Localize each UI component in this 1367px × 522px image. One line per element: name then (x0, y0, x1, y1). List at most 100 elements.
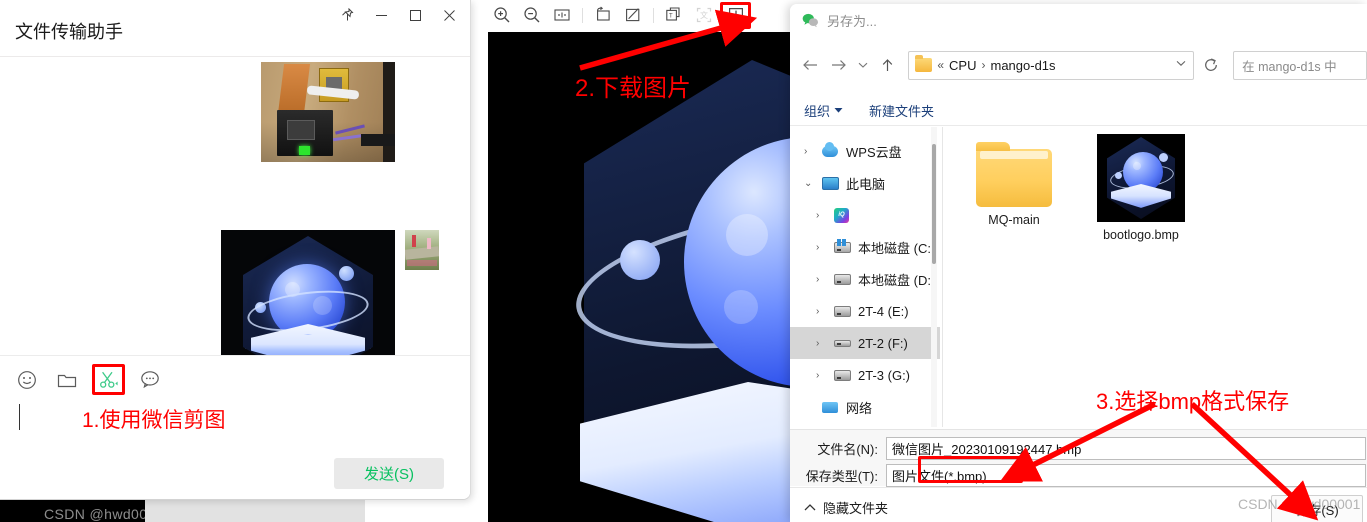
breadcrumb-prefix: « (937, 58, 945, 72)
tree-item-label: 本地磁盘 (D:) (858, 272, 936, 288)
chevron-right-icon[interactable]: › (816, 242, 828, 253)
thumb-crater (1133, 162, 1141, 170)
filetype-label: 保存类型(T): (805, 468, 878, 484)
breadcrumb[interactable]: « CPU › mango-d1s (908, 50, 1194, 80)
wechat-titlebar: 文件传输助手 (0, 0, 470, 57)
edit-icon[interactable] (619, 3, 647, 27)
thumbnail-flowers (407, 260, 437, 266)
zoom-in-icon[interactable] (488, 3, 516, 27)
chevron-right-icon[interactable]: › (816, 306, 828, 317)
tree-item-network[interactable]: 网络 (790, 391, 940, 423)
tree-item-drive-e[interactable]: › 2T-4 (E:) (790, 295, 940, 327)
folder-icon (976, 142, 1052, 207)
chevron-right-icon[interactable]: › (816, 210, 828, 221)
chevron-right-icon[interactable]: › (816, 370, 828, 381)
file-item-folder[interactable]: MQ-main (959, 142, 1069, 227)
download-icon[interactable] (720, 1, 751, 29)
tree-item-drive-f[interactable]: › 2T-2 (F:) (790, 327, 940, 359)
tree-item-wps[interactable]: › WPS云盘 (790, 135, 940, 167)
pin-icon[interactable] (330, 0, 364, 30)
hide-folders-toggle[interactable]: 隐藏文件夹 (804, 498, 888, 517)
recent-locations-chevron-down-icon[interactable] (853, 52, 873, 78)
maximize-icon[interactable] (398, 0, 432, 30)
chat-image-bootlogo[interactable] (221, 230, 395, 355)
bmp-thumbnail (1097, 134, 1185, 222)
tree-item-label: WPS云盘 (846, 144, 902, 160)
back-icon[interactable] (798, 52, 824, 78)
thumb-moon (1159, 153, 1168, 162)
rotate-icon[interactable] (589, 3, 617, 27)
svg-text:文: 文 (700, 10, 708, 20)
chat-toolbar (12, 364, 165, 395)
navigation-tree: › WPS云盘 ⌄ 此电脑 › iQ › 本地磁盘 (C:) › 本地磁盘 (D… (790, 127, 940, 427)
filename-input[interactable]: 微信图片_20230109192447.bmp (886, 436, 1366, 460)
thumbnail-person (427, 238, 431, 249)
chevron-right-icon[interactable]: › (804, 146, 816, 157)
minimize-icon[interactable] (364, 0, 398, 30)
wechat-window: 文件传输助手 发送(S) (0, 0, 471, 500)
close-icon[interactable] (432, 0, 466, 30)
tree-item-this-pc[interactable]: ⌄ 此电脑 (790, 167, 940, 199)
filename-row: 文件名(N): 微信图片_20230109192447.bmp (790, 436, 1366, 460)
chat-image-pcb[interactable] (261, 62, 395, 162)
breadcrumb-chevron-down-icon[interactable] (1175, 56, 1187, 74)
tree-item-drive-d[interactable]: › 本地磁盘 (D:) (790, 263, 940, 295)
image-viewer-canvas[interactable] (488, 32, 800, 522)
filetype-select[interactable]: 图片文件(*.bmp) (886, 463, 1366, 487)
organize-button[interactable]: 组织 (804, 101, 843, 120)
zoom-out-icon[interactable] (518, 3, 546, 27)
forward-icon[interactable] (826, 52, 852, 78)
compare-icon[interactable]: T (660, 3, 688, 27)
new-folder-button[interactable]: 新建文件夹 (869, 101, 934, 120)
file-item-image[interactable]: bootlogo.bmp (1086, 134, 1196, 242)
ocr-icon[interactable]: 文 (690, 3, 718, 27)
tree-item-label: 网络 (846, 400, 873, 416)
chat-image-thumbnail[interactable] (405, 230, 439, 270)
scissors-icon[interactable] (92, 364, 125, 395)
breadcrumb-separator: › (981, 58, 986, 72)
tree-scrollbar-thumb[interactable] (932, 144, 936, 264)
tree-item-drive-g[interactable]: › 2T-3 (G:) (790, 359, 940, 391)
thumb-moon (1115, 172, 1122, 179)
pc-icon (822, 175, 840, 191)
image-viewer-toolbar: T 文 (480, 0, 800, 30)
breadcrumb-part-mango[interactable]: mango-d1s (990, 58, 1055, 73)
chat-message-area (0, 57, 470, 355)
chevron-right-icon[interactable]: › (816, 338, 828, 349)
pcb-chip (287, 120, 315, 140)
annotation-step-3: 3.选择bmp格式保存 (1096, 389, 1290, 414)
organize-label: 组织 (804, 104, 831, 119)
viewer-crater (726, 214, 768, 256)
pcb-bg-shadow (383, 62, 395, 162)
search-input[interactable]: 在 mango-d1s 中 (1233, 50, 1367, 80)
chevron-right-icon[interactable]: › (816, 274, 828, 285)
breadcrumb-part-cpu[interactable]: CPU (949, 58, 976, 73)
file-name-label: MQ-main (988, 213, 1040, 227)
tree-item-label: 2T-3 (G:) (858, 367, 911, 383)
tree-item-iqiyi[interactable]: › iQ (790, 199, 940, 231)
tree-item-drive-c[interactable]: › 本地磁盘 (C:) (790, 231, 940, 263)
send-button[interactable]: 发送(S) (334, 458, 444, 489)
file-name-label: bootlogo.bmp (1103, 228, 1179, 242)
network-icon (822, 399, 840, 415)
svg-text:T: T (669, 14, 673, 20)
actual-size-icon[interactable] (548, 3, 576, 27)
save-as-title: 另存为... (827, 13, 877, 29)
window-controls (330, 0, 466, 30)
filetype-row: 保存类型(T): 图片文件(*.bmp) (790, 463, 1366, 487)
annotation-step-1: 1.使用微信剪图 (82, 409, 226, 432)
save-as-command-bar: 组织 新建文件夹 (790, 96, 1367, 126)
emoji-icon[interactable] (12, 366, 42, 394)
up-icon[interactable] (875, 52, 901, 78)
cloud-icon (822, 141, 840, 159)
screenshot-root: CSDN @hwd00001 文件传输助手 发送(S) 1.使用微信剪图 2.下… (0, 0, 1367, 522)
chevron-down-icon[interactable]: ⌄ (804, 178, 816, 189)
chat-history-icon[interactable] (135, 366, 165, 394)
thumbnail-path (405, 246, 439, 260)
drive-icon (834, 335, 852, 351)
wechat-logo-icon (802, 13, 819, 28)
folder-icon[interactable] (52, 366, 82, 394)
new-folder-label: 新建文件夹 (869, 104, 935, 119)
refresh-icon[interactable] (1198, 52, 1226, 78)
drive-icon (834, 271, 852, 287)
